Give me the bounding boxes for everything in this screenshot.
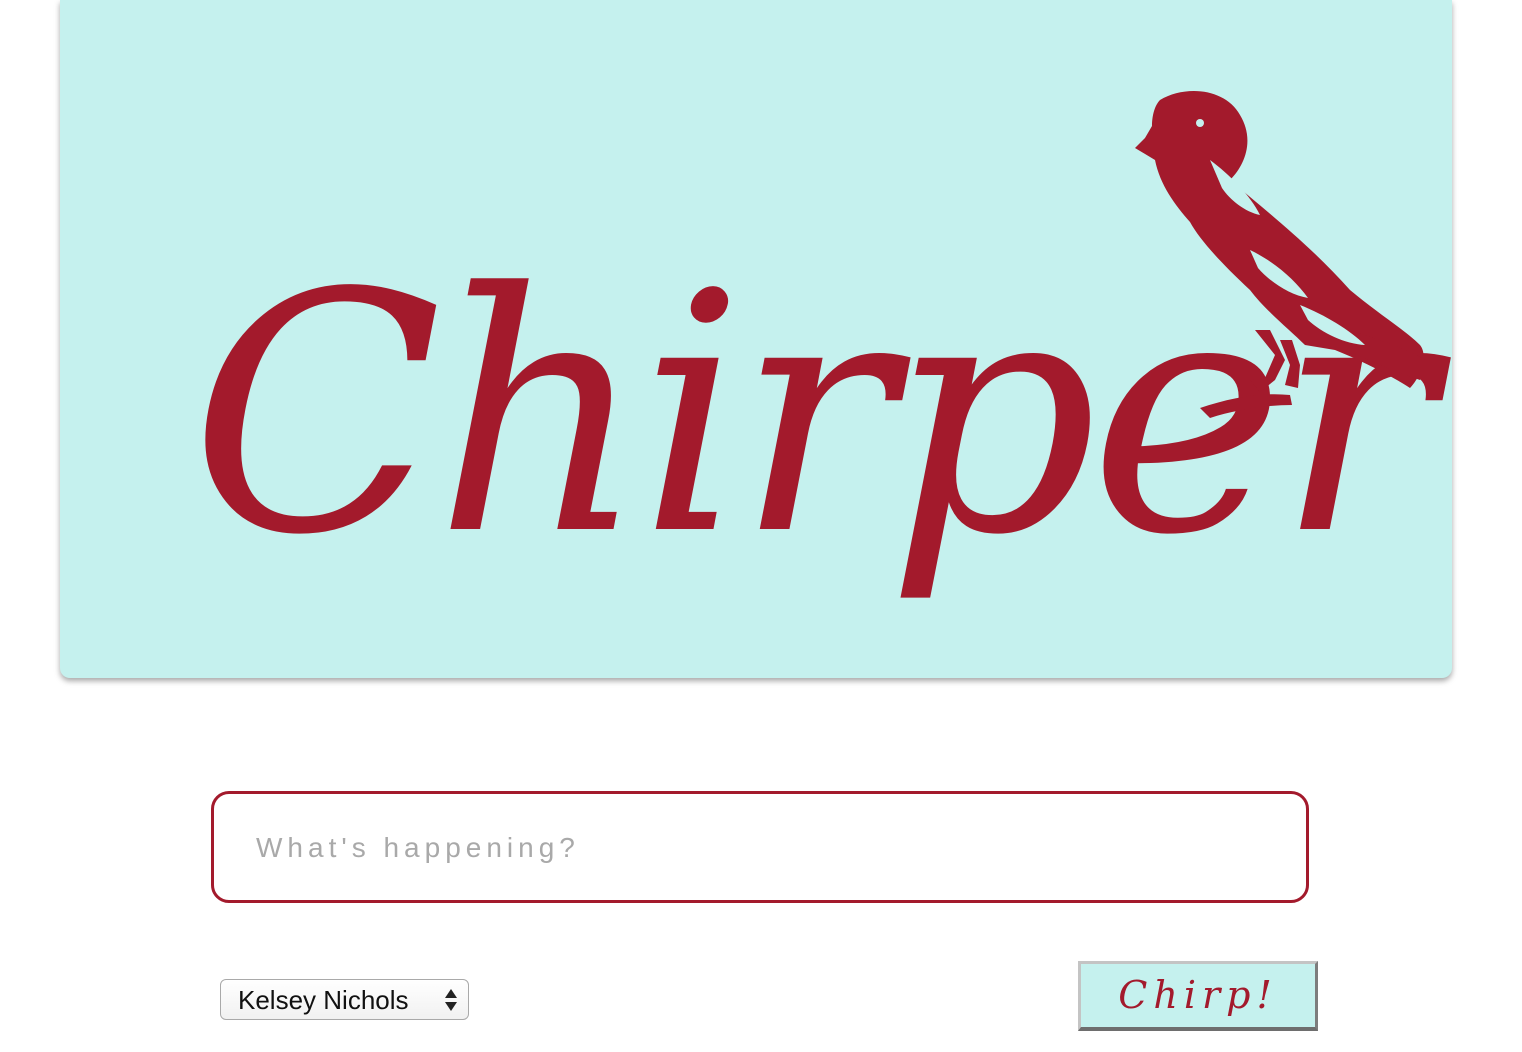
bird-icon <box>1135 91 1425 418</box>
select-arrows-icon <box>445 989 457 1011</box>
chirp-composer <box>211 791 1309 903</box>
chirp-submit-label: Chirp! <box>1118 973 1278 1017</box>
author-select[interactable]: Kelsey Nichols <box>220 979 469 1020</box>
header-banner: Chirper <box>60 0 1452 678</box>
chirp-text-input[interactable] <box>254 794 1258 902</box>
author-select-value: Kelsey Nichols <box>238 985 409 1015</box>
chirp-submit-button[interactable]: Chirp! <box>1078 961 1318 1031</box>
